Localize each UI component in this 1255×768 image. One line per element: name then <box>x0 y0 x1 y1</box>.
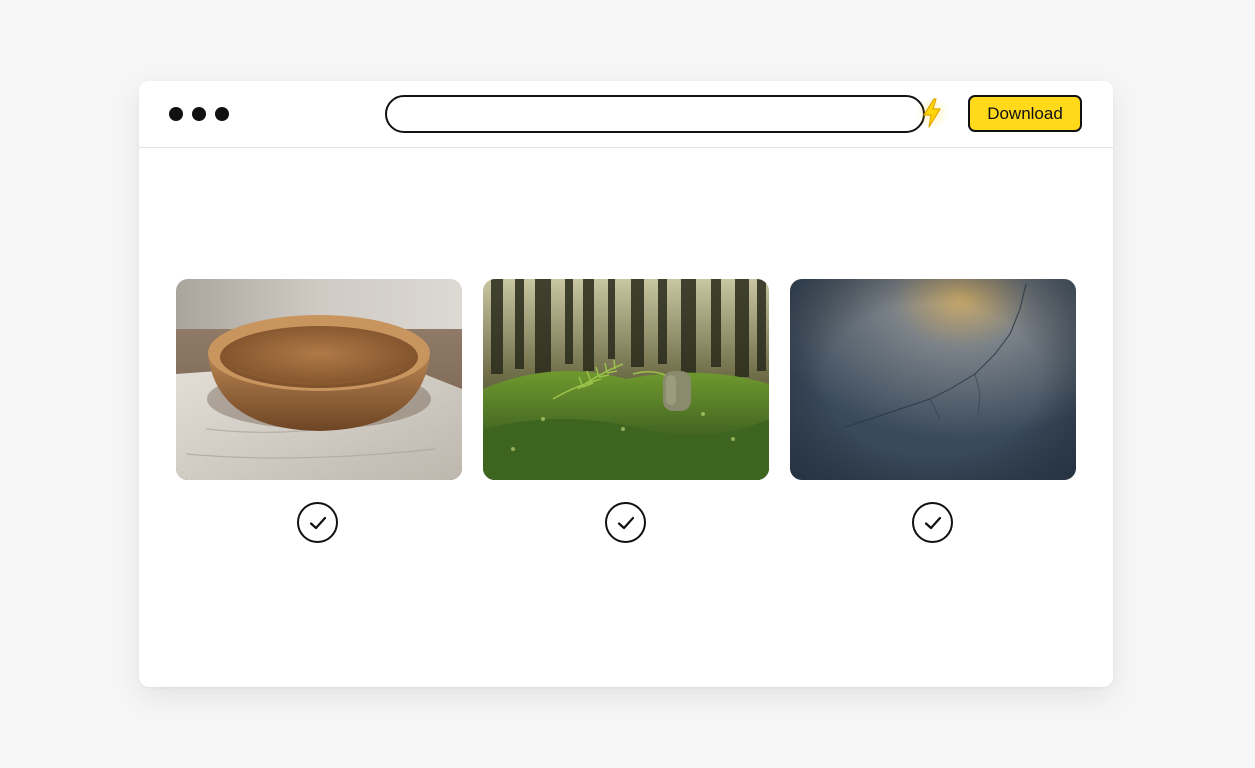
download-button[interactable]: Download <box>968 95 1082 132</box>
checkmark-icon <box>309 516 326 529</box>
lightning-bolt-icon[interactable] <box>917 96 947 130</box>
browser-window: Download <box>139 81 1113 687</box>
window-dot-1[interactable] <box>169 107 183 121</box>
mossy-forest-photo <box>483 279 769 480</box>
image-card-wooden-bowl[interactable] <box>176 279 462 480</box>
window-dot-2[interactable] <box>192 107 206 121</box>
blue-plaster-texture-photo <box>790 279 1076 480</box>
image-card-mossy-forest[interactable] <box>483 279 769 480</box>
toolbar: Download <box>139 81 1113 148</box>
window-dot-3[interactable] <box>215 107 229 121</box>
checkmark-icon <box>617 516 634 529</box>
address-bar[interactable] <box>385 95 925 133</box>
select-check-blue-plaster[interactable] <box>912 502 953 543</box>
window-controls <box>169 107 229 121</box>
wooden-bowl-photo <box>176 279 462 480</box>
select-check-wooden-bowl[interactable] <box>297 502 338 543</box>
page: Download <box>0 0 1255 768</box>
image-card-blue-plaster[interactable] <box>790 279 1076 480</box>
checkmark-icon <box>924 516 941 529</box>
select-check-mossy-forest[interactable] <box>605 502 646 543</box>
